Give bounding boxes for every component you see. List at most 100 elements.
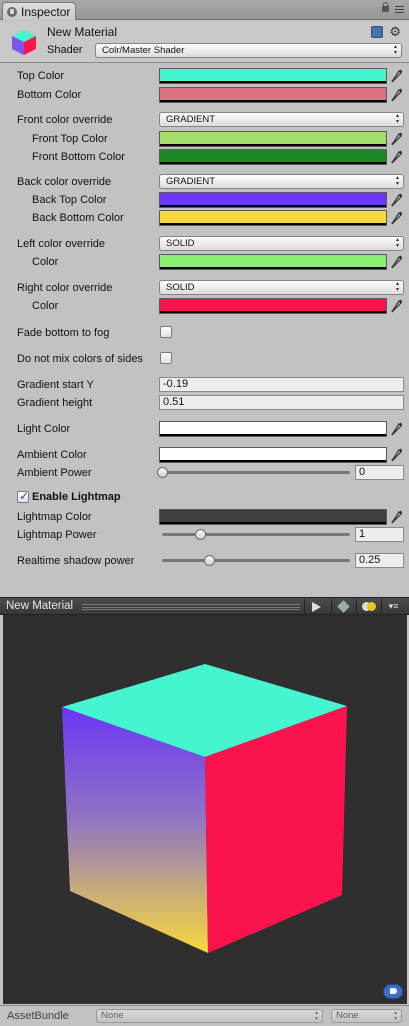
preview-cube <box>62 664 347 953</box>
left-color-swatch[interactable] <box>159 254 387 270</box>
lightmap-power-field[interactable]: 1 <box>355 527 404 542</box>
book-icon[interactable] <box>371 26 384 38</box>
eyedropper-icon[interactable] <box>390 509 404 525</box>
light-color-alpha-bar <box>160 434 386 436</box>
shadow-power-slider[interactable] <box>162 559 350 562</box>
enable-lightmap-toggle[interactable]: Enable Lightmap <box>17 489 121 503</box>
eyedropper-icon[interactable] <box>390 298 404 314</box>
ambient-power-label: Ambient Power <box>17 467 92 479</box>
bottom-color-label: Bottom Color <box>17 89 82 101</box>
back-override-label: Back color override <box>17 176 112 188</box>
ambient-power-field[interactable]: 0 <box>355 465 404 480</box>
shader-dropdown[interactable]: Colr/Master Shader <box>95 43 402 58</box>
material-cube-icon <box>12 30 36 55</box>
menu-icon: ▾≡ <box>388 601 399 611</box>
assetbundle-bar: AssetBundle None None <box>0 1005 409 1026</box>
variant-dropdown[interactable]: None <box>331 1009 402 1023</box>
left-override-dropdown[interactable]: SOLID <box>159 236 404 251</box>
gradient-start-y-field[interactable]: -0.19 <box>159 377 404 392</box>
left-color-label: Color <box>32 256 59 268</box>
preview-mesh-button[interactable] <box>331 599 355 614</box>
fade-bottom-checkbox[interactable] <box>160 326 172 338</box>
right-override-label: Right color override <box>17 282 113 294</box>
enable-lightmap-checkbox[interactable] <box>17 489 29 503</box>
light-color-swatch[interactable] <box>159 421 387 437</box>
preview-viewport[interactable] <box>3 615 407 1004</box>
shadow-power-label: Realtime shadow power <box>17 555 135 567</box>
front-top-color-alpha-bar <box>160 144 386 146</box>
front-bottom-color-label: Front Bottom Color <box>32 151 125 163</box>
assetbundle-dropdown[interactable]: None <box>96 1009 323 1023</box>
ambient-power-slider[interactable] <box>162 471 350 474</box>
shader-label: Shader <box>47 44 83 56</box>
ambient-color-swatch[interactable] <box>159 447 387 463</box>
enable-lightmap-label: Enable Lightmap <box>32 491 121 503</box>
eyedropper-icon[interactable] <box>390 254 404 270</box>
eyedropper-icon[interactable] <box>390 149 404 165</box>
gradient-start-y-label: Gradient start Y <box>17 379 94 391</box>
back-top-color-swatch[interactable] <box>159 192 387 208</box>
top-color-swatch[interactable] <box>159 68 387 84</box>
lightmap-color-swatch[interactable] <box>159 509 387 525</box>
bottom-color-alpha-bar <box>160 100 386 102</box>
right-override-dropdown[interactable]: SOLID <box>159 280 404 295</box>
preview-light-button[interactable] <box>356 599 380 614</box>
tab-inspector[interactable]: Inspector <box>2 2 76 20</box>
gear-icon[interactable]: ⚙ <box>389 25 401 38</box>
ambient-power-slider-thumb[interactable] <box>157 467 168 478</box>
back-bottom-color-swatch[interactable] <box>159 210 387 226</box>
left-color-alpha-bar <box>160 267 386 269</box>
lightmap-color-fill <box>160 510 386 522</box>
inspector-icon <box>7 6 17 17</box>
back-override-dropdown[interactable]: GRADIENT <box>159 174 404 189</box>
lightmap-power-slider-thumb[interactable] <box>194 529 206 540</box>
bottom-color-swatch[interactable] <box>159 87 387 103</box>
back-top-color-label: Back Top Color <box>32 194 107 206</box>
lightmap-color-label: Lightmap Color <box>17 511 92 523</box>
lightmap-power-slider[interactable] <box>162 533 350 536</box>
no-mix-checkbox[interactable] <box>160 352 172 364</box>
tab-label: Inspector <box>21 4 71 19</box>
front-bottom-color-fill <box>160 150 386 162</box>
tag-icon[interactable] <box>383 984 403 999</box>
eyedropper-icon[interactable] <box>390 192 404 208</box>
left-color-fill <box>160 255 386 267</box>
eyedropper-icon[interactable] <box>390 87 404 103</box>
back-top-color-fill <box>160 193 386 205</box>
light-color-label: Light Color <box>17 423 71 435</box>
resize-grip[interactable] <box>82 604 300 610</box>
lightmap-color-alpha-bar <box>160 522 386 524</box>
lock-icon[interactable] <box>382 2 389 12</box>
right-color-alpha-bar <box>160 311 386 313</box>
eyedropper-icon[interactable] <box>390 210 404 226</box>
fade-bottom-label: Fade bottom to fog <box>17 327 110 339</box>
light-icon <box>361 602 376 611</box>
eyedropper-icon[interactable] <box>390 68 404 84</box>
play-icon <box>312 601 321 612</box>
eyedropper-icon[interactable] <box>390 131 404 147</box>
front-bottom-color-swatch[interactable] <box>159 149 387 165</box>
front-top-color-swatch[interactable] <box>159 131 387 147</box>
preview-menu-button[interactable]: ▾≡ <box>381 599 405 614</box>
right-color-swatch[interactable] <box>159 298 387 314</box>
eyedropper-icon[interactable] <box>390 421 404 437</box>
shadow-power-field[interactable]: 0.25 <box>355 553 404 568</box>
play-button[interactable] <box>304 599 328 614</box>
menu-icon[interactable] <box>395 6 404 14</box>
front-override-dropdown[interactable]: GRADIENT <box>159 112 404 127</box>
eyedropper-icon[interactable] <box>390 447 404 463</box>
material-header: New Material Shader Colr/Master Shader ⚙ <box>0 21 409 63</box>
front-override-label: Front color override <box>17 114 113 126</box>
preview-header: New Material ▾≡ <box>0 597 409 615</box>
right-color-fill <box>160 299 386 311</box>
properties-panel: Top Color Bottom Color Front color overrid… <box>0 63 409 596</box>
ambient-color-label: Ambient Color <box>17 449 87 461</box>
gradient-height-field[interactable]: 0.51 <box>159 395 404 410</box>
shadow-power-slider-thumb[interactable] <box>204 555 215 566</box>
back-top-color-alpha-bar <box>160 205 386 207</box>
back-bottom-color-alpha-bar <box>160 223 386 225</box>
right-color-label: Color <box>32 300 59 312</box>
preview-title: New Material <box>6 600 74 612</box>
light-color-fill <box>160 422 386 434</box>
front-top-color-fill <box>160 132 386 144</box>
